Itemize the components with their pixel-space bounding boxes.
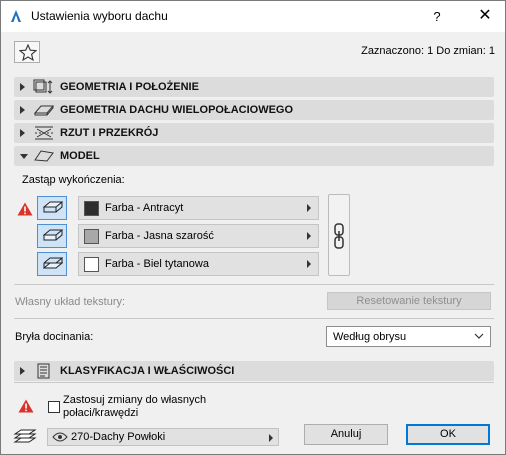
chevron-right-icon bbox=[269, 434, 273, 442]
paint-name: Farba - Antracyt bbox=[105, 202, 184, 214]
section-geometry-position[interactable]: GEOMETRIA I POŁOŻENIE bbox=[14, 77, 494, 97]
star-icon bbox=[19, 44, 37, 61]
section-label: GEOMETRIA DACHU WIELOPOŁACIOWEGO bbox=[60, 104, 294, 116]
section-label: RZUT I PRZEKRÓJ bbox=[60, 127, 159, 139]
top-surface-button[interactable] bbox=[37, 196, 67, 220]
texture-label: Własny układ tekstury: bbox=[15, 296, 126, 308]
expand-arrow-icon bbox=[20, 83, 25, 91]
window-title: Ustawienia wyboru dachu bbox=[31, 9, 168, 23]
model-icon bbox=[34, 150, 54, 162]
chevron-right-icon bbox=[307, 204, 311, 212]
chevron-down-icon bbox=[474, 333, 484, 339]
color-swatch bbox=[84, 257, 99, 272]
chevron-right-icon bbox=[307, 232, 311, 240]
warning-icon bbox=[18, 399, 34, 413]
bottom-surface-button[interactable] bbox=[37, 252, 67, 276]
title-bar: Ustawienia wyboru dachu ? ✕ bbox=[1, 1, 505, 32]
section-plan-section[interactable]: RZUT I PRZEKRÓJ bbox=[14, 123, 494, 143]
chain-link-icon bbox=[334, 223, 344, 249]
geometry-position-icon bbox=[33, 79, 53, 94]
divider bbox=[14, 318, 494, 319]
roof-geometry-icon bbox=[33, 105, 55, 116]
favorites-button[interactable] bbox=[14, 41, 40, 63]
override-label: Zastąp wykończenia: bbox=[22, 174, 125, 186]
selection-info: Zaznaczono: 1 Do zmian: 1 bbox=[361, 45, 495, 57]
divider bbox=[14, 382, 494, 383]
color-swatch bbox=[84, 229, 99, 244]
help-button[interactable]: ? bbox=[427, 7, 447, 27]
section-classification[interactable]: KLASYFIKACJA I WŁAŚCIWOŚCI bbox=[14, 361, 494, 381]
paint-name: Farba - Jasna szarość bbox=[105, 230, 214, 242]
section-label: KLASYFIKACJA I WŁAŚCIWOŚCI bbox=[60, 365, 235, 377]
dialog-window: Ustawienia wyboru dachu ? ✕ Zaznaczono: … bbox=[0, 0, 506, 455]
top-surface-icon bbox=[43, 201, 63, 213]
paint-select-edge[interactable]: Farba - Jasna szarość bbox=[78, 224, 319, 248]
cancel-button[interactable]: Anuluj bbox=[304, 424, 388, 445]
section-model[interactable]: MODEL bbox=[14, 146, 494, 166]
divider bbox=[14, 284, 494, 285]
chevron-right-icon bbox=[307, 260, 311, 268]
trim-body-value: Według obrysu bbox=[333, 331, 407, 343]
classification-icon bbox=[37, 363, 50, 379]
section-label: MODEL bbox=[60, 150, 100, 162]
paint-select-top[interactable]: Farba - Antracyt bbox=[78, 196, 319, 220]
section-label: GEOMETRIA I POŁOŻENIE bbox=[60, 81, 199, 93]
section-roof-geometry[interactable]: GEOMETRIA DACHU WIELOPOŁACIOWEGO bbox=[14, 100, 494, 120]
layer-name: 270-Dachy Powłoki bbox=[71, 431, 166, 443]
apply-changes-label: Zastosuj zmiany do własnych połaci/krawę… bbox=[63, 394, 207, 419]
expand-arrow-icon bbox=[20, 367, 25, 375]
color-swatch bbox=[84, 201, 99, 216]
layers-icon bbox=[13, 429, 37, 443]
edge-surface-button[interactable] bbox=[37, 224, 67, 248]
bottom-surface-icon bbox=[43, 257, 63, 269]
paint-select-bottom[interactable]: Farba - Biel tytanowa bbox=[78, 252, 319, 276]
paint-name: Farba - Biel tytanowa bbox=[105, 258, 209, 270]
trim-body-select[interactable]: Według obrysu bbox=[326, 326, 491, 347]
close-button[interactable]: ✕ bbox=[473, 5, 497, 27]
edge-surface-icon bbox=[43, 229, 63, 241]
link-surfaces-button[interactable] bbox=[328, 194, 350, 276]
expand-arrow-icon bbox=[20, 106, 25, 114]
collapse-arrow-icon bbox=[20, 154, 28, 159]
expand-arrow-icon bbox=[20, 129, 25, 137]
ok-button[interactable]: OK bbox=[406, 424, 490, 445]
apply-changes-checkbox[interactable] bbox=[48, 401, 60, 413]
reset-texture-button[interactable]: Resetowanie tekstury bbox=[327, 292, 491, 310]
plan-section-icon bbox=[35, 126, 53, 140]
trim-label: Bryła docinania: bbox=[15, 331, 94, 343]
eye-icon bbox=[52, 432, 68, 442]
layer-select[interactable]: 270-Dachy Powłoki bbox=[47, 428, 279, 446]
archicad-app-icon bbox=[11, 10, 21, 22]
warning-icon bbox=[17, 202, 33, 216]
